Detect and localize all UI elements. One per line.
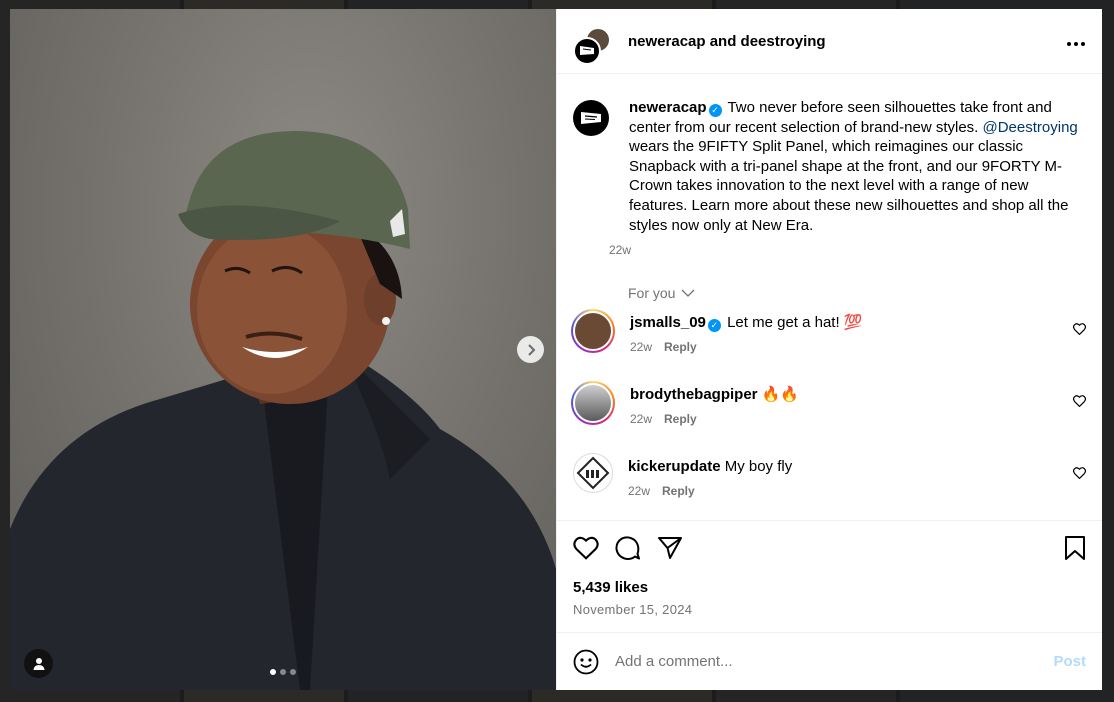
post-header: neweracap and deestroying: [557, 9, 1102, 74]
comment-text: brodythebagpiper 🔥🔥: [630, 385, 799, 404]
post-header-title[interactable]: neweracap and deestroying: [628, 33, 826, 50]
comment-item: brodythebagpiper 🔥🔥 22w Reply: [571, 381, 1086, 453]
like-comment-heart-icon[interactable]: [1073, 323, 1086, 336]
caption-body-2: wears the 9FIFTY Split Panel, which reim…: [629, 138, 1069, 234]
chevron-right-icon: [527, 343, 535, 356]
comment-body: Let me get a hat! 💯: [722, 314, 863, 332]
avatar: [573, 383, 613, 424]
comment-time[interactable]: 22w: [630, 412, 652, 426]
comment-username[interactable]: brodythebagpiper: [630, 386, 758, 403]
reply-button[interactable]: Reply: [664, 412, 697, 426]
comments-list: jsmalls_09 ✓ Let me get a hat! 💯 22w Reply…: [571, 309, 1086, 520]
post-image[interactable]: [10, 9, 556, 690]
comment-bubble-icon[interactable]: [615, 535, 641, 561]
verified-badge-icon: ✓: [708, 104, 722, 117]
avatar: [573, 311, 613, 352]
add-comment-input[interactable]: [615, 653, 1054, 670]
comment-text: kickerupdate My boy fly: [628, 457, 792, 476]
post-modal: neweracap and deestroying neweracap ✓ Two…: [10, 9, 1102, 690]
caption-username[interactable]: neweracap: [629, 99, 707, 116]
caption-mention-link[interactable]: @Deestroying: [983, 119, 1078, 136]
story-ring-avatar[interactable]: [571, 381, 615, 426]
more-options-button[interactable]: [1066, 31, 1086, 52]
carousel-dot: [290, 669, 296, 675]
portrait-illustration: [10, 130, 556, 690]
like-heart-icon[interactable]: [573, 536, 599, 560]
more-horizontal-icon: [1067, 41, 1085, 46]
caption-avatar-neweracap[interactable]: [573, 100, 609, 136]
carousel-dot: [280, 669, 286, 675]
reply-button[interactable]: Reply: [664, 340, 697, 354]
post-actions: 5,439 likes November 15, 2024: [557, 520, 1102, 632]
likes-count[interactable]: 5,439 likes: [573, 579, 1086, 596]
comment-username[interactable]: jsmalls_09: [630, 314, 706, 331]
avatar-neweracap[interactable]: [573, 37, 601, 65]
like-comment-heart-icon[interactable]: [1073, 395, 1086, 408]
comment-item: jsmalls_09 ✓ Let me get a hat! 💯 22w Reply: [571, 309, 1086, 381]
new-era-flag-icon: [580, 46, 594, 55]
kickerupdate-logo-icon: [576, 456, 610, 490]
post-details-panel: neweracap and deestroying neweracap ✓ Two…: [556, 9, 1102, 690]
comment-item: kickerupdate My boy fly 22w Reply: [573, 453, 1086, 520]
collab-avatars[interactable]: [573, 21, 613, 65]
share-send-icon[interactable]: [657, 536, 683, 560]
comment-time[interactable]: 22w: [630, 340, 652, 354]
comment-text: jsmalls_09 ✓ Let me get a hat! 💯: [630, 313, 863, 333]
caption-text: neweracap ✓ Two never before seen silhoue…: [629, 98, 1086, 235]
save-bookmark-icon[interactable]: [1064, 535, 1086, 561]
comment-filter-dropdown[interactable]: For you: [628, 285, 1086, 301]
comment-body: 🔥🔥: [757, 386, 800, 404]
comment-time[interactable]: 22w: [628, 484, 650, 498]
like-comment-heart-icon[interactable]: [1073, 467, 1086, 480]
caption-timestamp[interactable]: 22w: [609, 243, 1086, 257]
next-slide-button[interactable]: [517, 336, 544, 363]
comment-body: My boy fly: [720, 458, 793, 476]
story-ring-avatar[interactable]: [571, 309, 615, 354]
avatar-kickerupdate[interactable]: [573, 453, 613, 494]
chevron-down-icon: [682, 289, 695, 298]
emoji-icon[interactable]: [573, 649, 599, 675]
comment-username[interactable]: kickerupdate: [628, 458, 721, 475]
post-comment-button[interactable]: Post: [1053, 653, 1086, 670]
carousel-indicator: [10, 669, 556, 675]
comments-scroll-area[interactable]: neweracap ✓ Two never before seen silhoue…: [557, 74, 1102, 520]
verified-badge-icon: ✓: [707, 319, 721, 333]
comment-filter-label: For you: [628, 285, 676, 302]
comment-composer: Post: [557, 632, 1102, 690]
carousel-dot-active: [270, 669, 276, 675]
reply-button[interactable]: Reply: [662, 484, 695, 498]
post-date: November 15, 2024: [573, 602, 693, 617]
new-era-flag-icon: [581, 112, 601, 124]
post-caption: neweracap ✓ Two never before seen silhoue…: [573, 98, 1086, 257]
